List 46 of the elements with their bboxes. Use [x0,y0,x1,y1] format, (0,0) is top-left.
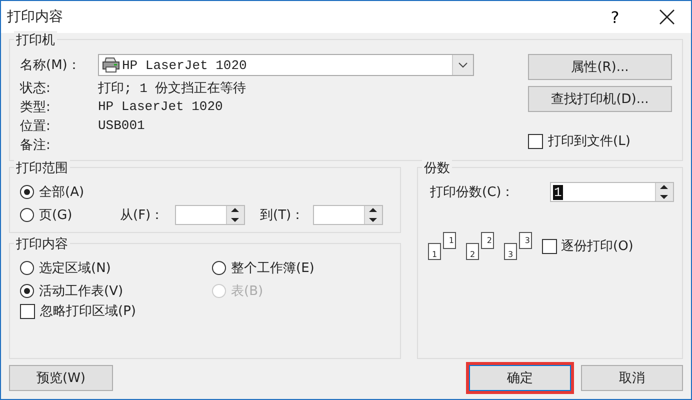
info-label: 状态: [20,80,52,96]
info-label: 位置: [20,118,52,134]
radio-button[interactable] [20,260,34,274]
info-label: 备注: [20,136,52,154]
name-label: 名称(M)： [20,57,82,74]
radio-label: 选定区域(N) [39,260,111,276]
printer-button[interactable]: 查找打印机(D)... [528,86,672,112]
checkbox-label: 忽略打印区域(P) [40,303,136,320]
copies-field[interactable]: 1 [550,182,674,202]
copies-label: 打印份数(C)： [430,184,516,201]
close-icon[interactable] [659,9,675,25]
radio-button[interactable] [20,208,34,222]
group-title: 打印内容 [14,235,70,253]
radio-label: 整个工作簿(E) [231,260,314,276]
to-label: 到(T)： [260,206,306,224]
checkbox-label: 打印到文件(L) [548,133,630,150]
group-title: 份数 [422,159,452,177]
dialog-button[interactable]: 预览(W) [9,365,113,391]
checkbox[interactable] [20,304,35,318]
info-label: 类型: [20,98,52,116]
dialog-button[interactable]: 确定 [469,365,571,391]
radio-button[interactable] [212,260,226,274]
spin-field[interactable] [313,204,383,224]
from-label: 从(F)： [120,206,165,224]
info-value: USB001 [98,118,145,133]
spin-field[interactable] [175,204,245,224]
radio-label: 活动工作表(V) [39,282,124,300]
radio-label: 表(B) [231,282,264,300]
radio-button[interactable] [20,284,34,298]
dialog-button[interactable]: 取消 [581,365,683,391]
help-button[interactable]: ? [595,8,635,26]
printer-dropdown[interactable]: HP LaserJet 1020 [98,54,474,76]
radio-label: 全部(A) [39,184,84,200]
checkbox-label: 逐份打印(O) [561,238,634,255]
checkbox[interactable] [542,238,557,254]
chevron-down-icon [458,62,468,68]
checkbox[interactable] [528,134,543,148]
printer-button[interactable]: 属性(R)... [528,54,672,80]
group-title: 打印机 [14,31,57,49]
info-value: HP LaserJet 1020 [98,99,223,114]
radio-button[interactable] [20,184,34,198]
group-title: 打印范围 [14,159,70,177]
window-title: 打印内容 [7,8,64,26]
radio-label: 页(G) [39,206,74,224]
info-value: 打印; 1 份文挡正在等待 [98,80,246,96]
printer-icon [102,57,120,73]
